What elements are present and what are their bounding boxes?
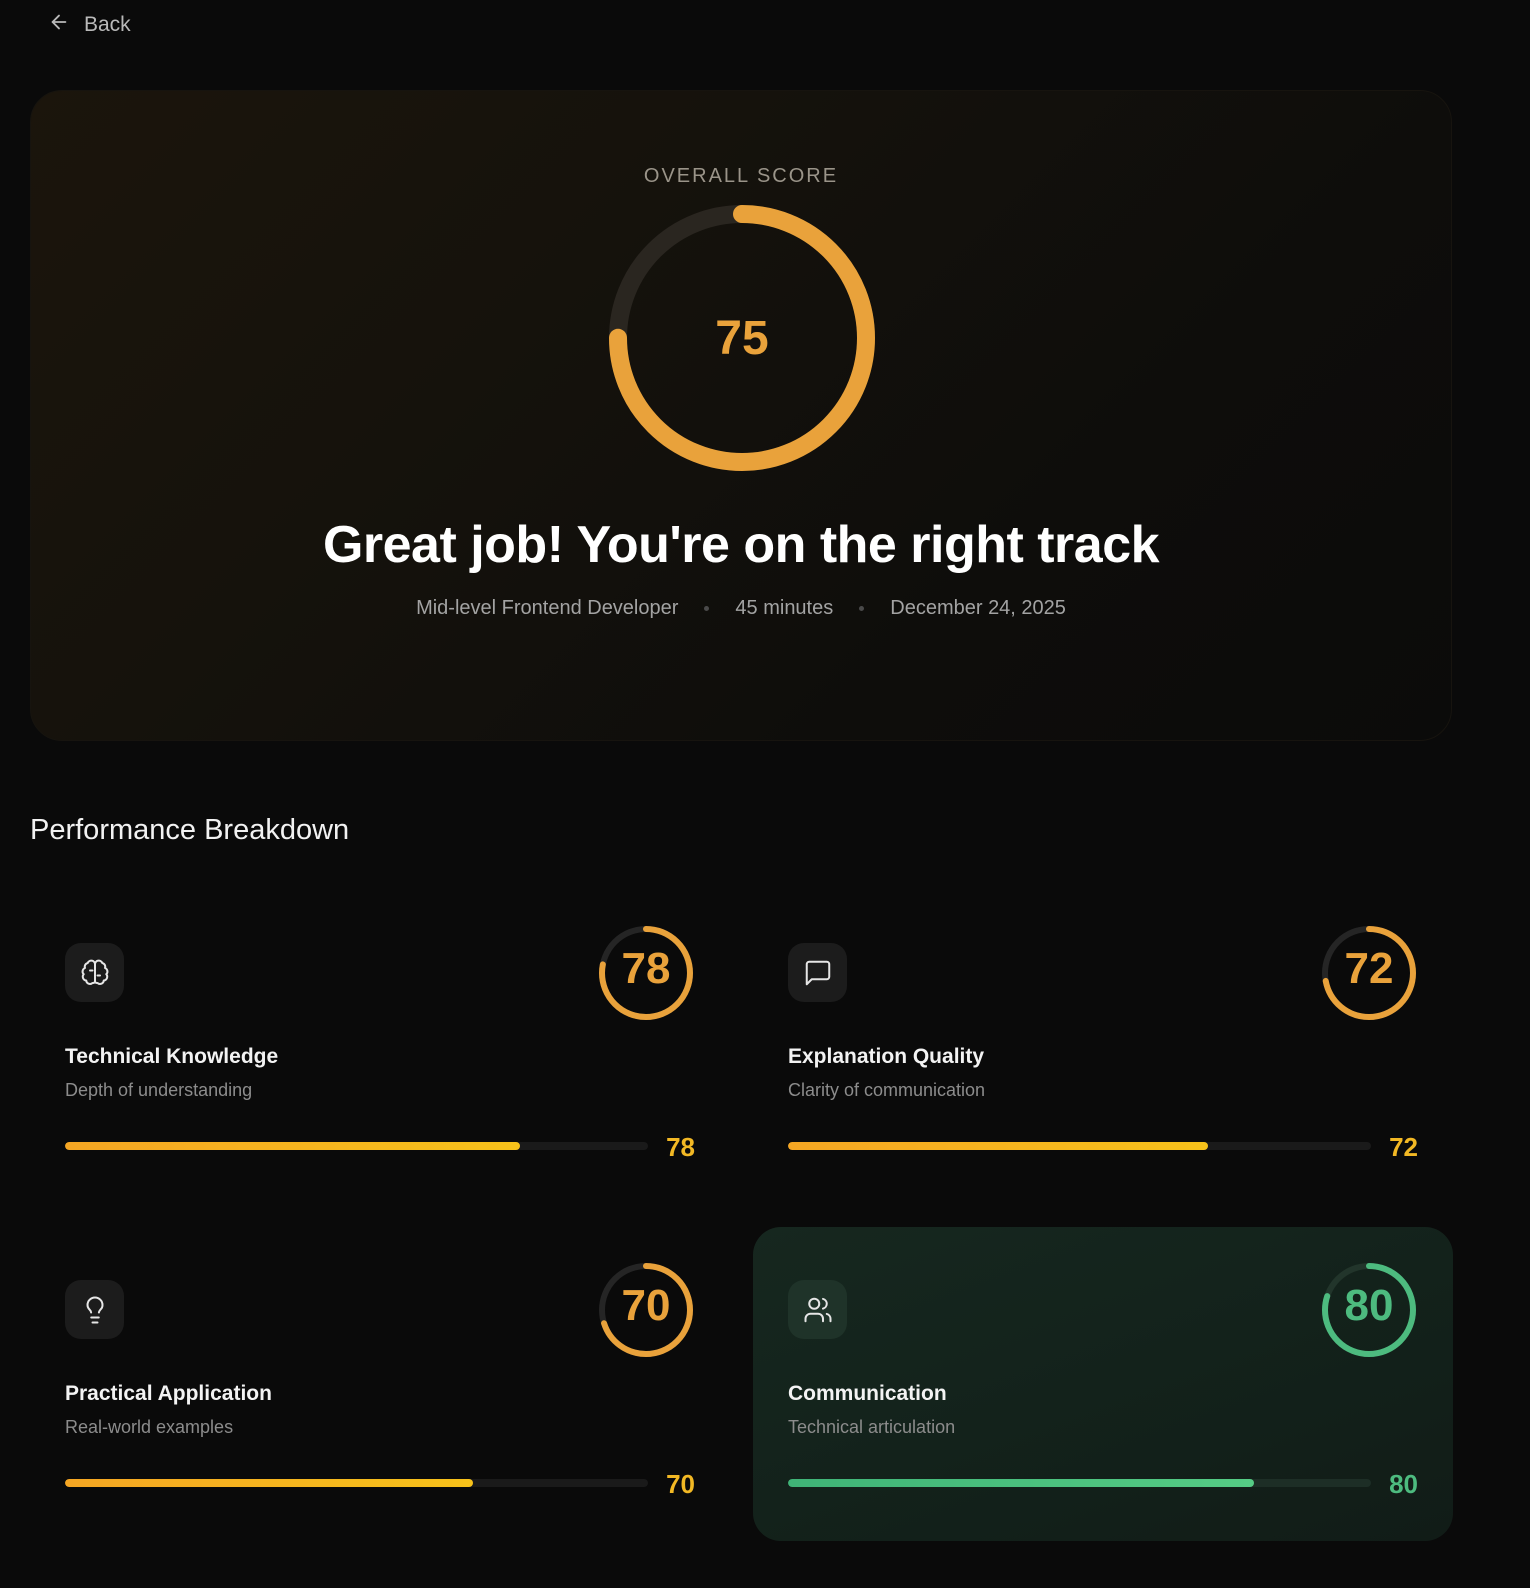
progress-fill [788,1479,1255,1487]
progress-bar [65,1479,648,1487]
score-value: 70 [621,1281,671,1330]
back-label: Back [84,13,131,36]
message-square-icon [788,943,847,1002]
progress-fill [65,1479,474,1487]
score-ring: 70 [597,1261,695,1359]
card-subtitle: Clarity of communication [788,1080,986,1100]
meta-duration: 45 minutes [735,597,834,619]
progress-value: 70 [666,1469,695,1499]
score-ring: 78 [597,924,695,1022]
score-ring: 80 [1320,1261,1418,1359]
back-button[interactable]: Back [48,10,131,40]
score-value: 72 [1344,944,1394,993]
card-title: Explanation Quality [788,1045,985,1068]
progress-bar [788,1479,1371,1487]
result-headline: Great job! You're on the right track [322,516,1160,574]
card-subtitle: Real-world examples [65,1417,234,1437]
card-subtitle: Technical articulation [788,1417,956,1437]
card-title: Practical Application [65,1382,272,1405]
progress-fill [788,1142,1208,1150]
overall-score-card: OVERALL SCORE 75 Great job! You're on th… [30,90,1452,741]
meta-date: December 24, 2025 [890,597,1066,619]
meta-separator [704,606,710,611]
score-card-communication: 80 Communication Technical articulation … [753,1227,1453,1541]
score-ring: 72 [1320,924,1418,1022]
progress-fill [65,1142,520,1150]
score-value: 78 [621,944,671,993]
overall-score-label: OVERALL SCORE [643,165,839,187]
meta-role: Mid-level Frontend Developer [416,597,679,619]
score-card-technical-knowledge: 78 Technical Knowledge Depth of understa… [30,890,730,1204]
progress-value: 80 [1389,1469,1418,1499]
progress-value: 72 [1389,1132,1418,1162]
progress-bar [788,1142,1371,1150]
card-title: Technical Knowledge [65,1045,279,1068]
progress-bar [65,1142,648,1150]
users-icon [788,1280,847,1339]
overall-score-value: 75 [715,312,769,365]
progress-value: 78 [666,1132,695,1162]
score-card-explanation-quality: 72 Explanation Quality Clarity of commun… [753,890,1453,1204]
score-value: 80 [1344,1281,1394,1330]
card-title: Communication [788,1382,947,1405]
lightbulb-icon [65,1280,124,1339]
brain-icon [65,943,124,1002]
interview-meta: Mid-level Frontend Developer 45 minutes … [31,597,1451,620]
card-subtitle: Depth of understanding [65,1080,253,1100]
section-title: Performance Breakdown [30,814,350,846]
score-card-practical-application: 70 Practical Application Real-world exam… [30,1227,730,1541]
arrow-left-icon [48,11,70,39]
overall-score-ring: 75 [609,205,875,471]
meta-separator [859,606,865,611]
